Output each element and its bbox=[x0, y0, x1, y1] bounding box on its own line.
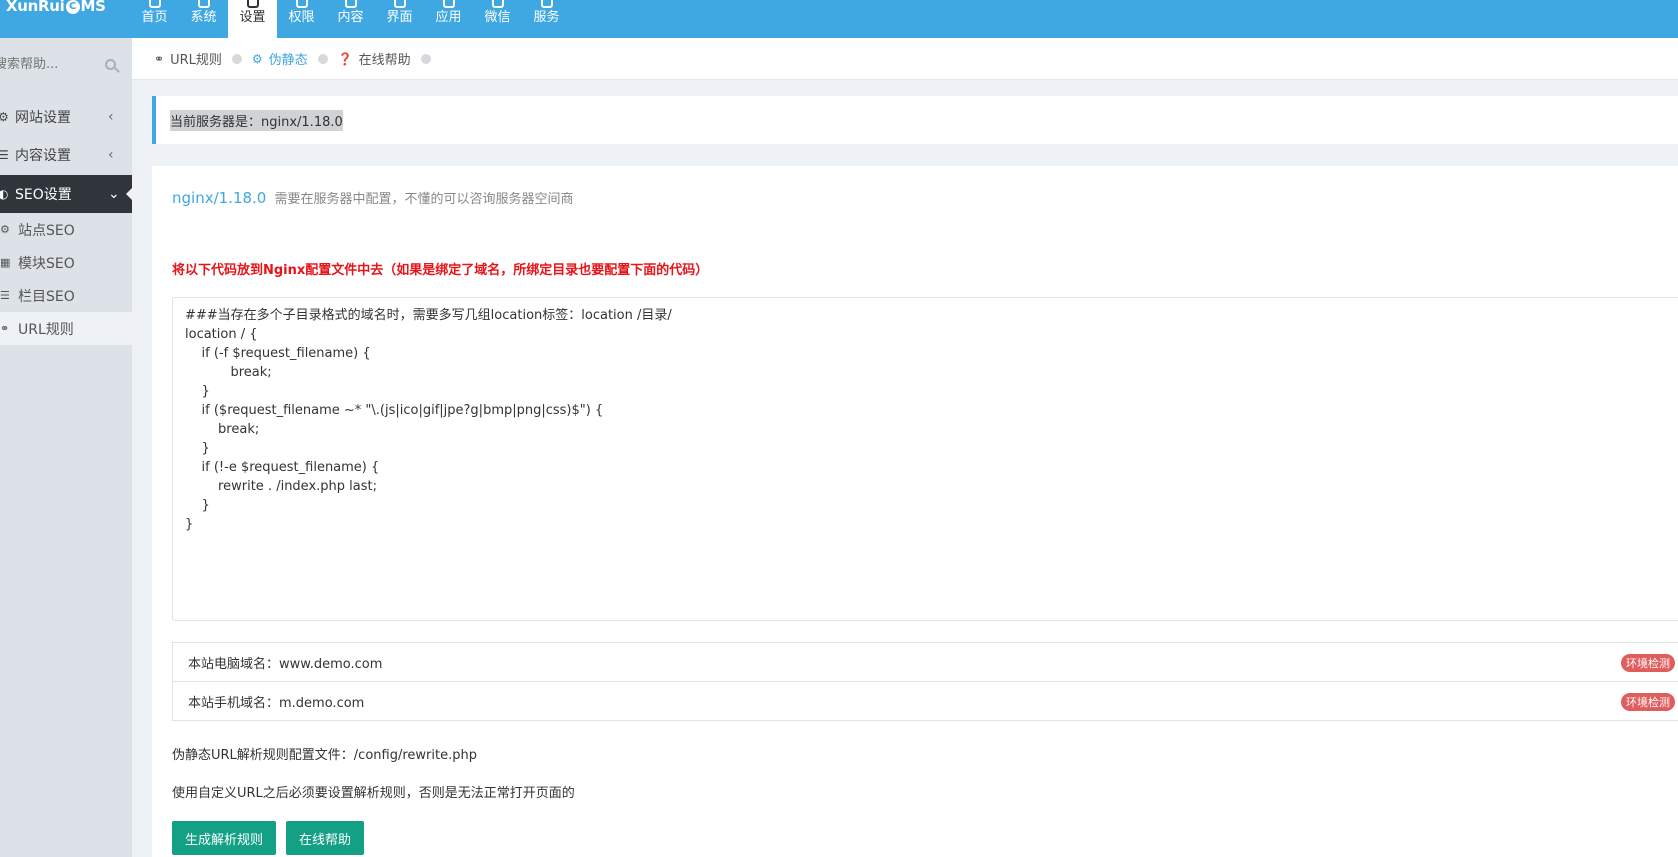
generate-rules-button[interactable]: 生成解析规则 bbox=[172, 821, 277, 855]
nav-apps[interactable]: 应用 bbox=[424, 0, 473, 38]
tab-separator-dot bbox=[420, 53, 431, 64]
code-textarea[interactable]: ###当存在多个子目录格式的域名时，需要多写几组location标签：locat… bbox=[172, 297, 1678, 621]
sidebar-search bbox=[0, 50, 120, 78]
services-icon bbox=[540, 0, 553, 8]
top-bar: XunRui C MS 首页 系统 设置 权限 内容 界面 应用 微信 服务 bbox=[0, 0, 1678, 38]
server-desc: 需要在服务器中配置，不懂的可以咨询服务器空间商 bbox=[274, 192, 574, 207]
domain-label: 本站手机域名：m.demo.com bbox=[188, 695, 365, 711]
nav-permissions[interactable]: 权限 bbox=[277, 0, 326, 38]
server-notice: 当前服务器是：nginx/1.18.0 bbox=[152, 96, 1678, 144]
env-check-badge[interactable]: 环境检测 bbox=[1621, 654, 1675, 672]
env-check-badge[interactable]: 环境检测 bbox=[1621, 693, 1675, 711]
online-help-button[interactable]: 在线帮助 bbox=[286, 821, 365, 855]
chevron-left-icon: ‹ bbox=[108, 109, 114, 125]
tabs-bar: ⚭ URL规则 ⚙ 伪静态 ❓ 在线帮助 bbox=[132, 38, 1678, 80]
seo-icon: ◐ bbox=[0, 187, 9, 201]
tab-separator-dot bbox=[231, 53, 242, 64]
tab-online-help[interactable]: ❓ 在线帮助 bbox=[338, 49, 431, 68]
tab-url-rules[interactable]: ⚭ URL规则 bbox=[154, 49, 242, 68]
nav-settings[interactable]: 设置 bbox=[228, 0, 277, 38]
sidebar-subitem-column-seo[interactable]: ☰ 栏目SEO bbox=[0, 279, 132, 312]
sidebar-subitem-module-seo[interactable]: ▦ 模块SEO bbox=[0, 246, 132, 279]
config-file-text: 伪静态URL解析规则配置文件：/config/rewrite.php bbox=[172, 748, 477, 763]
chevron-down-icon: ⌄ bbox=[108, 186, 120, 202]
nav-wechat[interactable]: 微信 bbox=[473, 0, 522, 38]
top-nav: 首页 系统 设置 权限 内容 界面 应用 微信 服务 bbox=[130, 0, 571, 38]
nav-content[interactable]: 内容 bbox=[326, 0, 375, 38]
list-icon: ☰ bbox=[0, 289, 10, 302]
domain-row-mobile: 本站手机域名：m.demo.com 环境检测 bbox=[172, 681, 1678, 721]
logo-text-left: XunRui bbox=[6, 0, 65, 15]
gear-icon: ⚙ bbox=[251, 51, 263, 66]
permissions-icon bbox=[295, 0, 308, 8]
tab-pseudo-static[interactable]: ⚙ 伪静态 bbox=[252, 49, 328, 68]
logo-circle: C bbox=[65, 0, 80, 14]
domain-row-pc: 本站电脑域名：www.demo.com 环境检测 bbox=[172, 642, 1678, 682]
sidebar-subitem-url-rules[interactable]: ⚭ URL规则 bbox=[0, 312, 132, 345]
apps-icon bbox=[442, 0, 455, 8]
gear-icon: ⚙ bbox=[0, 110, 9, 124]
nav-system[interactable]: 系统 bbox=[179, 0, 228, 38]
main-panel: nginx/1.18.0 需要在服务器中配置，不懂的可以咨询服务器空间商 将以下… bbox=[152, 166, 1678, 857]
nav-interface[interactable]: 界面 bbox=[375, 0, 424, 38]
sidebar-item-site-settings[interactable]: ⚙ 网站设置 ‹ bbox=[0, 98, 132, 136]
system-icon bbox=[197, 0, 210, 8]
nav-home[interactable]: 首页 bbox=[130, 0, 179, 38]
warning-text: 将以下代码放到Nginx配置文件中去（如果是绑定了域名，所绑定目录也要配置下面的… bbox=[172, 263, 709, 278]
nav-services[interactable]: 服务 bbox=[522, 0, 571, 38]
sidebar: ⚙ 网站设置 ‹ ☰ 内容设置 ‹ ◐ SEO设置 ⌄ ⚙ 站点SEO ▦ 模块… bbox=[0, 38, 133, 857]
logo-text-right: MS bbox=[80, 0, 106, 15]
content-icon bbox=[344, 0, 357, 8]
sidebar-item-content-settings[interactable]: ☰ 内容设置 ‹ bbox=[0, 136, 132, 174]
link-icon: ⚭ bbox=[154, 51, 165, 66]
server-notice-text: 当前服务器是：nginx/1.18.0 bbox=[170, 109, 343, 131]
home-icon bbox=[148, 0, 161, 8]
wechat-icon bbox=[491, 0, 504, 8]
sidebar-item-seo-settings[interactable]: ◐ SEO设置 ⌄ bbox=[0, 175, 133, 213]
sidebar-subitem-site-seo[interactable]: ⚙ 站点SEO bbox=[0, 213, 132, 246]
logo[interactable]: XunRui C MS bbox=[6, 0, 106, 15]
panel-title: nginx/1.18.0 需要在服务器中配置，不懂的可以咨询服务器空间商 bbox=[172, 188, 574, 207]
domain-label: 本站电脑域名：www.demo.com bbox=[188, 656, 383, 672]
question-icon: ❓ bbox=[337, 51, 353, 66]
search-icon[interactable] bbox=[105, 59, 116, 70]
search-input[interactable] bbox=[0, 50, 114, 78]
link-icon: ⚭ bbox=[0, 322, 10, 335]
server-name: nginx/1.18.0 bbox=[172, 189, 267, 207]
grid-icon: ▦ bbox=[0, 256, 11, 269]
gear-icon: ⚙ bbox=[0, 223, 10, 236]
tab-separator-dot bbox=[317, 53, 328, 64]
interface-icon bbox=[393, 0, 406, 8]
list-icon: ☰ bbox=[0, 148, 9, 162]
chevron-left-icon: ‹ bbox=[108, 147, 114, 163]
settings-icon bbox=[246, 0, 259, 8]
hint-text: 使用自定义URL之后必须要设置解析规则，否则是无法正常打开页面的 bbox=[172, 786, 575, 801]
